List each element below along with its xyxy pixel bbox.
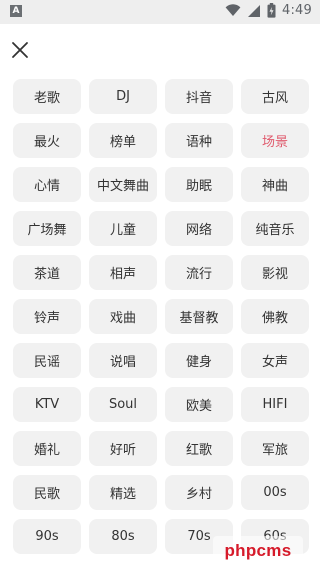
category-chip[interactable]: Soul [89,387,157,422]
category-chip[interactable]: 军旅 [241,431,309,466]
watermark: phpcms [213,536,303,566]
category-chip[interactable]: KTV [13,387,81,422]
category-chip[interactable]: 婚礼 [13,431,81,466]
category-chip[interactable]: 红歌 [165,431,233,466]
category-chip[interactable]: 中文舞曲 [89,167,157,202]
category-chip[interactable]: 纯音乐 [241,211,309,246]
category-chip[interactable]: 好听 [89,431,157,466]
screen: A 4:49 老歌 DJ 抖音 古风 最火 榜单 语种 场景 心情 中文舞曲 助… [0,0,320,570]
category-chip[interactable]: 心情 [13,167,81,202]
category-chip[interactable]: 神曲 [241,167,309,202]
category-chip[interactable]: 场景 [241,123,309,158]
category-chip[interactable]: 戏曲 [89,299,157,334]
category-chip[interactable]: 儿童 [89,211,157,246]
category-chip[interactable]: 影视 [241,255,309,290]
status-time: 4:49 [282,3,312,18]
category-chip[interactable]: 茶道 [13,255,81,290]
app-notification-icon: A [10,5,22,17]
category-chip[interactable]: 铃声 [13,299,81,334]
category-chip[interactable]: 民歌 [13,475,81,510]
category-chip[interactable]: 语种 [165,123,233,158]
category-chip[interactable]: 民谣 [13,343,81,378]
category-chip[interactable]: 基督教 [165,299,233,334]
category-chip[interactable]: 健身 [165,343,233,378]
category-chip[interactable]: 老歌 [13,79,81,114]
category-chip[interactable]: 相声 [89,255,157,290]
category-chip[interactable]: 00s [241,475,309,510]
category-chip[interactable]: 90s [13,519,81,554]
close-icon [12,42,28,58]
category-chip[interactable]: DJ [89,79,157,114]
category-chip[interactable]: 乡村 [165,475,233,510]
category-chip[interactable]: 流行 [165,255,233,290]
category-chip[interactable]: 精选 [89,475,157,510]
category-chip[interactable]: 抖音 [165,79,233,114]
category-chip[interactable]: 80s [89,519,157,554]
category-chip[interactable]: 广场舞 [13,211,81,246]
category-chip[interactable]: 网络 [165,211,233,246]
category-chip[interactable]: 欧美 [165,387,233,422]
close-button[interactable] [8,38,32,62]
category-chip[interactable]: 榜单 [89,123,157,158]
category-chip[interactable]: 女声 [241,343,309,378]
category-chip[interactable]: 最火 [13,123,81,158]
battery-icon [267,3,276,18]
category-chip[interactable]: 古风 [241,79,309,114]
category-chip[interactable]: 说唱 [89,343,157,378]
category-chip[interactable]: 佛教 [241,299,309,334]
signal-icon [247,4,261,18]
category-grid: 老歌 DJ 抖音 古风最火 榜单 语种 场景心情 中文舞曲 助眠 神曲广场舞 儿童 网络 纯音乐茶道 相声… [13,79,309,554]
category-chip[interactable]: 助眠 [165,167,233,202]
status-icons: 4:49 [225,3,312,18]
status-bar: A 4:49 [0,0,320,24]
category-chip[interactable]: HIFI [241,387,309,422]
wifi-icon [225,4,241,17]
